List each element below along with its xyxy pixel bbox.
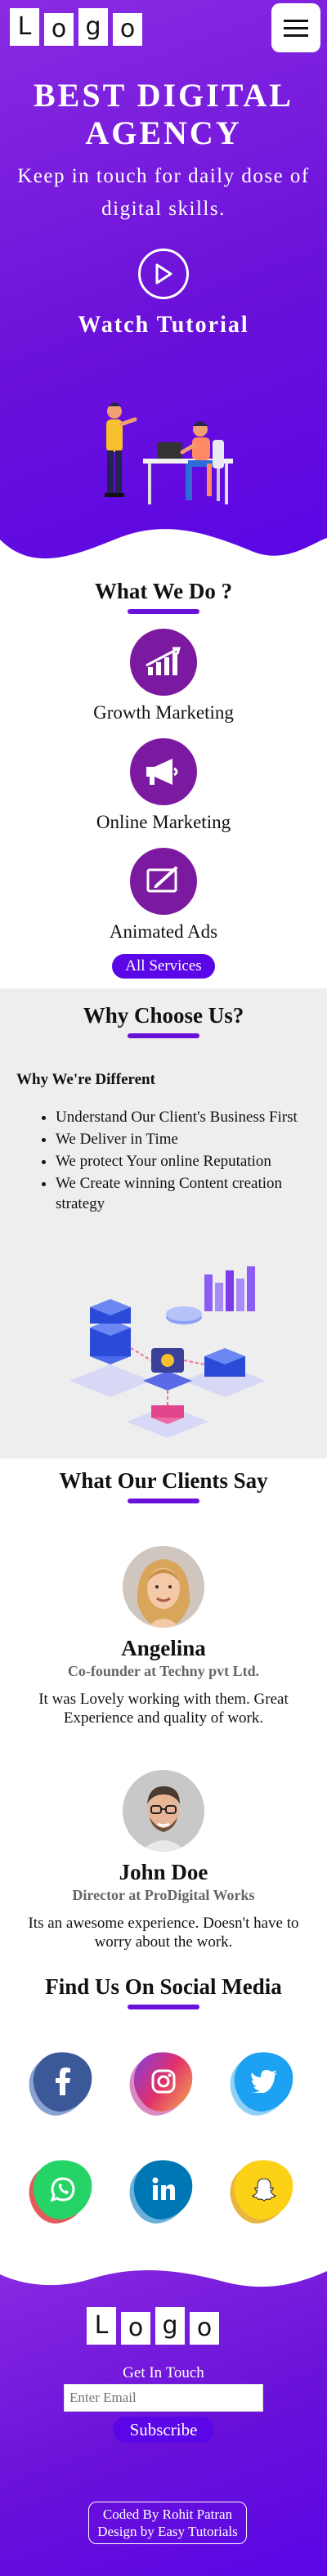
whatsapp-icon[interactable] <box>29 2155 98 2224</box>
title-underline <box>128 1033 199 1038</box>
why-subtitle: Why We're Different <box>16 1071 155 1088</box>
all-services-button[interactable]: All Services <box>112 954 215 979</box>
title-underline <box>128 2005 199 2009</box>
team-illustration <box>105 402 233 504</box>
pen-tablet-icon <box>130 848 197 915</box>
section-title: What Our Clients Say <box>59 1468 268 1493</box>
client-name: Angelina <box>121 1636 206 1660</box>
hero-wave <box>0 529 327 572</box>
top-bar: L o g o <box>0 0 327 59</box>
logo-letter: L <box>10 8 39 46</box>
service-label: Online Marketing <box>96 812 231 832</box>
credit-box: Coded By Rohit Patran Design by Easy Tut… <box>88 2502 247 2544</box>
watch-tutorial-link[interactable]: Watch Tutorial <box>0 312 327 338</box>
client-role: Co-founder at Techny pvt Ltd. <box>67 1663 260 1679</box>
list-item: We Deliver in Time <box>56 1129 311 1149</box>
play-circle-icon[interactable] <box>138 249 189 299</box>
client-quote: It was Lovely working with them. Great E… <box>38 1691 289 1727</box>
list-item: We protect Your online Reputation <box>56 1151 311 1172</box>
subscribe-button[interactable]: Subscribe <box>113 2417 214 2443</box>
logo-letter: L <box>87 2307 116 2345</box>
twitter-icon[interactable] <box>229 2047 298 2116</box>
client-name: John Doe <box>119 1860 208 1884</box>
client-role: Director at ProDigital Works <box>72 1887 255 1903</box>
testimonial-card: John Doe Director at ProDigital Works It… <box>0 1770 327 1951</box>
footer: L o g o Get In Touch Subscribe Coded By … <box>0 2253 327 2576</box>
facebook-icon[interactable] <box>29 2047 98 2116</box>
why-section: Why Choose Us? Why We're Different Under… <box>0 988 327 1458</box>
footer-wave <box>0 2253 327 2287</box>
instagram-icon[interactable] <box>129 2047 198 2116</box>
list-item: Understand Our Client's Business First <box>56 1107 311 1127</box>
list-item: We Create winning Content creation strat… <box>56 1173 311 1214</box>
logo-letter: o <box>44 13 74 46</box>
logo-letter: o <box>113 13 142 46</box>
get-in-touch-label: Get In Touch <box>123 2364 204 2381</box>
section-title: Find Us On Social Media <box>45 1974 282 1999</box>
menu-bar <box>284 34 308 37</box>
avatar <box>123 1770 204 1852</box>
why-list: Understand Our Client's Business First W… <box>56 1107 327 1214</box>
hamburger-icon[interactable] <box>271 3 320 52</box>
logo[interactable]: L o g o <box>10 8 142 46</box>
hero-title: BEST DIGITAL AGENCY <box>34 77 293 151</box>
service-label: Growth Marketing <box>93 702 234 723</box>
services-section: What We Do ? Growth Marketing Online Mar <box>0 572 327 979</box>
section-title: Why Choose Us? <box>83 1003 244 1028</box>
title-underline <box>128 609 199 614</box>
social-section: Find Us On Social Media <box>0 1951 327 2224</box>
logo-letter: g <box>78 8 108 46</box>
footer-logo[interactable]: L o g o <box>87 2307 219 2345</box>
service-item[interactable]: Animated Ads <box>0 848 327 943</box>
snapchat-icon[interactable] <box>229 2155 298 2224</box>
logo-letter: o <box>121 2312 150 2345</box>
growth-chart-icon <box>130 629 197 696</box>
testimonial-card: Angelina Co-founder at Techny pvt Ltd. I… <box>0 1546 327 1727</box>
service-label: Animated Ads <box>109 921 218 942</box>
clients-section: What Our Clients Say Angelina Co-founder… <box>0 1458 327 1951</box>
menu-bar <box>284 26 308 29</box>
megaphone-icon <box>130 738 197 805</box>
credit-line: Design by Easy Tutorials <box>97 2524 238 2539</box>
credit-line: Coded By Rohit Patran <box>102 2507 233 2522</box>
linkedin-icon[interactable] <box>129 2155 198 2224</box>
avatar <box>123 1546 204 1628</box>
logo-letter: o <box>190 2312 219 2345</box>
section-title: What We Do ? <box>94 579 233 603</box>
menu-bar <box>284 19 308 22</box>
title-underline <box>128 1499 199 1503</box>
hero-section: L o g o BEST DIGITAL AGENCY Keep in touc… <box>0 0 327 572</box>
hero-tagline: Keep in touch for daily dose of digital … <box>17 165 310 220</box>
isometric-illustration <box>69 1266 266 1438</box>
service-item[interactable]: Growth Marketing <box>0 629 327 724</box>
service-item[interactable]: Online Marketing <box>0 738 327 833</box>
email-field[interactable] <box>64 2384 263 2412</box>
social-grid <box>0 2047 327 2224</box>
client-quote: Its an awesome experience. Doesn't have … <box>28 1915 299 1951</box>
logo-letter: g <box>155 2307 185 2345</box>
